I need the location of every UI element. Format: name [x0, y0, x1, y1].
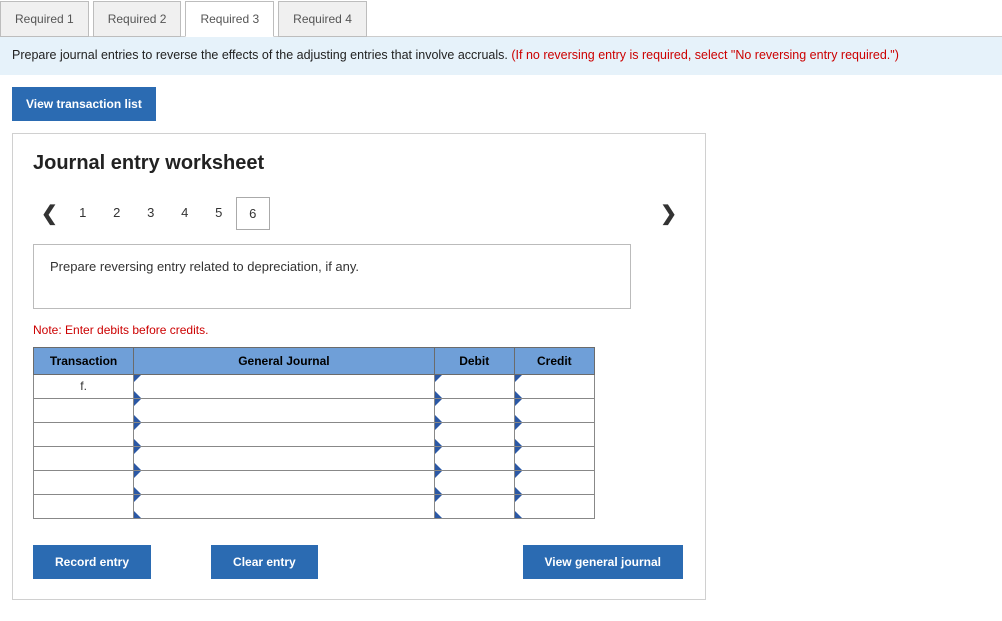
note-text: Note: Enter debits before credits.: [33, 323, 685, 337]
row-tail: [594, 422, 630, 446]
next-arrow-icon[interactable]: ❯: [652, 197, 685, 230]
col-header-general-journal: General Journal: [134, 347, 435, 374]
instruction-bar: Prepare journal entries to reverse the e…: [0, 37, 1002, 75]
row-tail: [594, 494, 630, 518]
table-row: f.: [34, 374, 631, 398]
entry-prompt: Prepare reversing entry related to depre…: [33, 244, 631, 309]
worksheet-title: Journal entry worksheet: [33, 152, 685, 175]
debit-cell[interactable]: [434, 446, 514, 470]
credit-cell[interactable]: [514, 422, 594, 446]
transaction-cell: [34, 470, 134, 494]
transaction-cell: f.: [34, 374, 134, 398]
view-transaction-list-button[interactable]: View transaction list: [12, 87, 156, 121]
general-journal-cell[interactable]: [134, 446, 435, 470]
debit-cell[interactable]: [434, 470, 514, 494]
step-number[interactable]: 6: [236, 197, 270, 230]
view-general-journal-button[interactable]: View general journal: [523, 545, 683, 579]
requirement-tab[interactable]: Required 2: [93, 1, 182, 37]
row-tail: [594, 470, 630, 494]
step-number[interactable]: 1: [66, 197, 100, 230]
requirement-tab[interactable]: Required 3: [185, 1, 274, 37]
requirement-tab[interactable]: Required 1: [0, 1, 89, 37]
credit-cell[interactable]: [514, 470, 594, 494]
debit-cell[interactable]: [434, 374, 514, 398]
general-journal-cell[interactable]: [134, 494, 435, 518]
record-entry-button[interactable]: Record entry: [33, 545, 151, 579]
credit-cell[interactable]: [514, 398, 594, 422]
credit-cell[interactable]: [514, 374, 594, 398]
col-header-transaction: Transaction: [34, 347, 134, 374]
row-tail: [594, 446, 630, 470]
table-row: [34, 398, 631, 422]
instruction-text: Prepare journal entries to reverse the e…: [12, 48, 511, 62]
credit-cell[interactable]: [514, 494, 594, 518]
credit-cell[interactable]: [514, 446, 594, 470]
step-number[interactable]: 5: [202, 197, 236, 230]
clear-entry-button[interactable]: Clear entry: [211, 545, 318, 579]
debit-cell[interactable]: [434, 398, 514, 422]
debit-cell[interactable]: [434, 494, 514, 518]
transaction-cell: [34, 422, 134, 446]
worksheet-buttons: Record entry Clear entry View general jo…: [33, 545, 683, 579]
debit-cell[interactable]: [434, 422, 514, 446]
general-journal-cell[interactable]: [134, 374, 435, 398]
transaction-cell: [34, 494, 134, 518]
table-row: [34, 446, 631, 470]
row-tail: [594, 374, 630, 398]
step-number[interactable]: 3: [134, 197, 168, 230]
journal-entry-table: Transaction General Journal Debit Credit…: [33, 347, 631, 519]
transaction-cell: [34, 446, 134, 470]
transaction-cell: [34, 398, 134, 422]
instruction-hint: (If no reversing entry is required, sele…: [511, 48, 899, 62]
step-number[interactable]: 4: [168, 197, 202, 230]
journal-entry-worksheet: Journal entry worksheet ❮ 123456 ❯ Prepa…: [12, 133, 706, 600]
worksheet-step-nav: ❮ 123456 ❯: [33, 197, 685, 230]
col-header-credit: Credit: [514, 347, 594, 374]
general-journal-cell[interactable]: [134, 470, 435, 494]
step-number[interactable]: 2: [100, 197, 134, 230]
table-row: [34, 494, 631, 518]
table-row: [34, 422, 631, 446]
col-header-debit: Debit: [434, 347, 514, 374]
table-row: [34, 470, 631, 494]
general-journal-cell[interactable]: [134, 422, 435, 446]
general-journal-cell[interactable]: [134, 398, 435, 422]
prev-arrow-icon[interactable]: ❮: [33, 197, 66, 230]
row-tail: [594, 398, 630, 422]
requirement-tab[interactable]: Required 4: [278, 1, 367, 37]
requirement-tabs: Required 1Required 2Required 3Required 4: [0, 0, 1002, 37]
